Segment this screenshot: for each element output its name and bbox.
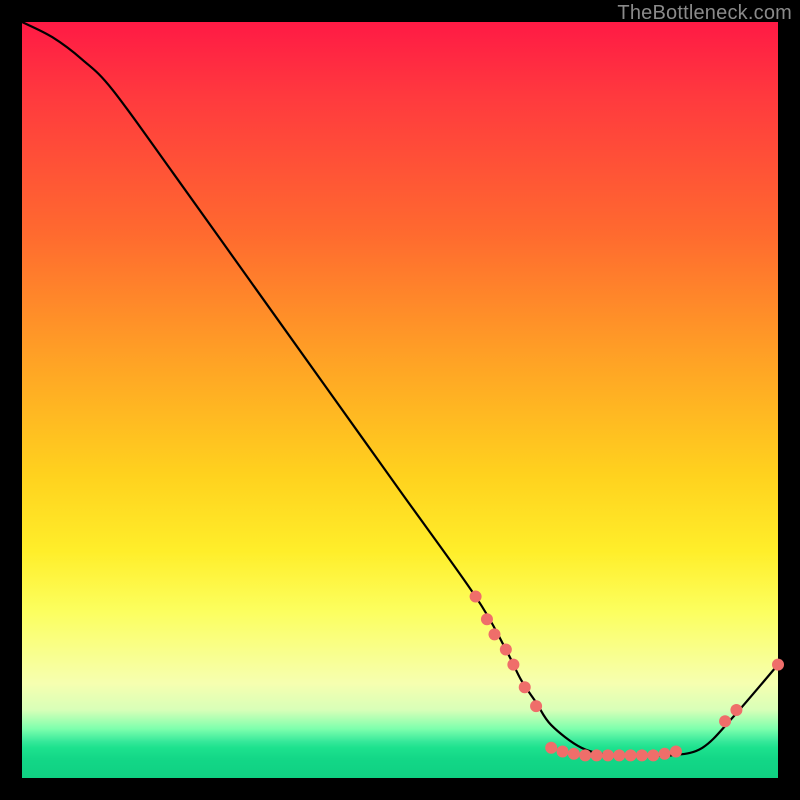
marker-dot	[670, 746, 682, 758]
marker-dot	[602, 749, 614, 761]
curve-layer	[22, 22, 778, 778]
plot-area	[22, 22, 778, 778]
marker-dot	[568, 748, 580, 760]
marker-dot	[772, 659, 784, 671]
marker-dot	[613, 749, 625, 761]
watermark-text: TheBottleneck.com	[617, 2, 792, 25]
marker-dot	[659, 748, 671, 760]
chart-stage: TheBottleneck.com	[0, 0, 800, 800]
marker-dot	[470, 591, 482, 603]
marker-dot	[500, 643, 512, 655]
marker-dot	[647, 749, 659, 761]
marker-dot	[507, 659, 519, 671]
marker-dot	[545, 742, 557, 754]
marker-dot	[489, 628, 501, 640]
curve-markers	[470, 591, 784, 762]
marker-dot	[636, 749, 648, 761]
marker-dot	[625, 749, 637, 761]
marker-dot	[579, 749, 591, 761]
marker-dot	[481, 613, 493, 625]
marker-dot	[519, 681, 531, 693]
marker-dot	[719, 715, 731, 727]
marker-dot	[557, 746, 569, 758]
bottleneck-curve	[22, 22, 778, 756]
marker-dot	[730, 704, 742, 716]
marker-dot	[591, 749, 603, 761]
marker-dot	[530, 700, 542, 712]
